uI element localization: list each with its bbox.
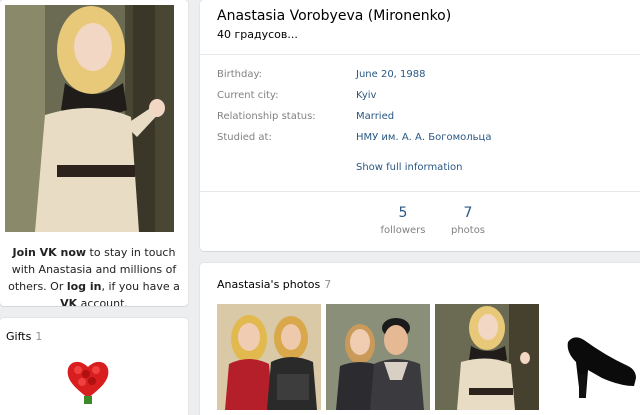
info-label: Studied at:: [217, 132, 272, 143]
counter-label: photos: [450, 225, 486, 236]
photo-thumbnail[interactable]: [326, 304, 430, 410]
join-vk-prompt: Join VK now to stay in touch with Anasta…: [0, 244, 188, 306]
photos-card: Anastasia's photos 7: [200, 263, 640, 415]
join-text-3: account.: [77, 297, 128, 306]
photos-count: 7: [324, 278, 332, 291]
info-value-link[interactable]: June 20, 1988: [356, 68, 426, 82]
gifts-title: Gifts: [6, 330, 32, 343]
divider: [200, 191, 640, 192]
vk-brand-text: VK: [60, 297, 78, 306]
info-row-city: Current city: Kyiv: [217, 89, 637, 103]
profile-name: Anastasia Vorobyeva (Mironenko): [217, 8, 452, 24]
info-value-link[interactable]: Married: [356, 110, 394, 124]
profile-avatar-card: Join VK now to stay in touch with Anasta…: [0, 0, 188, 306]
info-value-link[interactable]: НМУ им. А. А. Богомольца: [356, 131, 491, 145]
divider: [200, 54, 640, 55]
info-label: Birthday:: [217, 69, 263, 80]
gifts-count: 1: [35, 330, 43, 343]
info-value-link[interactable]: Kyiv: [356, 89, 376, 103]
photo-thumbnail[interactable]: [435, 304, 539, 410]
photos-title: Anastasia's photos: [217, 278, 321, 291]
profile-info-card: Anastasia Vorobyeva (Mironenko) 40 граду…: [200, 0, 640, 251]
gift-roses-heart-icon[interactable]: [62, 354, 114, 406]
join-text-2: , if you have a: [101, 280, 180, 293]
show-full-information-link[interactable]: Show full information: [356, 162, 462, 173]
profile-avatar-photo[interactable]: [5, 5, 174, 232]
info-row-education: Studied at: НМУ им. А. А. Богомольца: [217, 131, 637, 145]
profile-status: 40 градусов...: [217, 28, 298, 41]
counter-photos[interactable]: 7 photos: [428, 205, 508, 236]
info-label: Relationship status:: [217, 111, 316, 122]
join-vk-link[interactable]: Join VK now: [13, 246, 87, 259]
info-row-birthday: Birthday: June 20, 1988: [217, 68, 637, 82]
gifts-header[interactable]: Gifts 1: [6, 330, 42, 343]
info-row-relationship: Relationship status: Married: [217, 110, 637, 124]
photos-header[interactable]: Anastasia's photos 7: [217, 278, 331, 291]
photo-thumbnail[interactable]: [217, 304, 321, 410]
login-link[interactable]: log in: [67, 280, 102, 293]
gifts-card: Gifts 1: [0, 318, 188, 415]
info-label: Current city:: [217, 90, 279, 101]
counter-value: 7: [463, 205, 473, 221]
photo-thumbnail[interactable]: [544, 304, 640, 410]
